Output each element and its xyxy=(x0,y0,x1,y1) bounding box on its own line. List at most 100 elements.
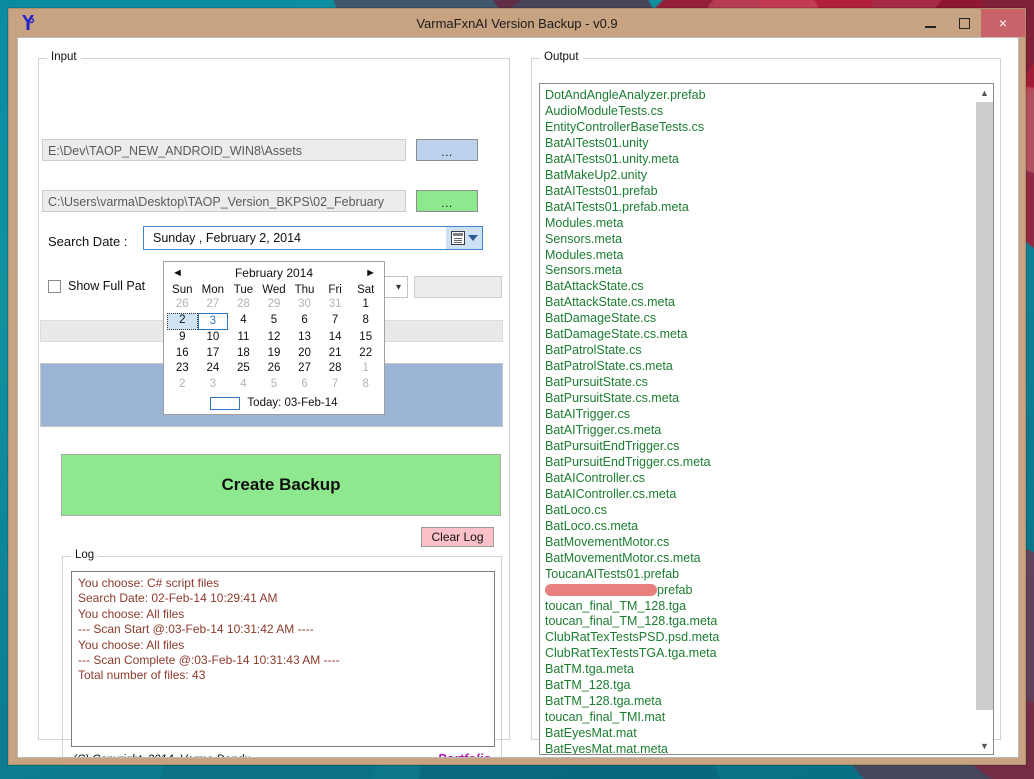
calendar-day-cell[interactable]: 19 xyxy=(259,346,290,362)
scroll-up-icon[interactable]: ▲ xyxy=(976,84,993,101)
browse-source-button[interactable]: ... xyxy=(416,139,478,161)
output-list-item[interactable]: BatPursuitState.cs xyxy=(545,375,971,391)
output-list-item[interactable]: BatLoco.cs xyxy=(545,503,971,519)
output-list-item[interactable]: BatMovementMotor.cs.meta xyxy=(545,551,971,567)
scrollbar-thumb[interactable] xyxy=(976,102,993,710)
output-list-item[interactable]: BatAttackState.cs xyxy=(545,279,971,295)
output-list-item[interactable]: BatPursuitEndTrigger.cs.meta xyxy=(545,455,971,471)
window-titlebar[interactable]: VarmaFxnAI Version Backup - v0.9 × xyxy=(9,9,1025,37)
output-list-item[interactable]: BatAITests01.unity xyxy=(545,136,971,152)
calendar-day-cell[interactable]: 14 xyxy=(320,330,351,346)
calendar-day-cell[interactable]: 5 xyxy=(259,313,290,331)
output-list-item[interactable]: Modules.meta xyxy=(545,216,971,232)
calendar-day-cell[interactable]: 3 xyxy=(198,377,229,393)
calendar-day-cell[interactable]: 26 xyxy=(259,361,290,377)
output-list-item[interactable]: BatTM.tga.meta xyxy=(545,662,971,678)
calendar-day-cell[interactable]: 10 xyxy=(198,330,229,346)
close-button[interactable]: × xyxy=(981,9,1025,37)
calendar-prev-month-icon[interactable]: ◄ xyxy=(172,267,183,279)
output-list[interactable]: DotAndAngleAnalyzer.prefab AudioModuleTes… xyxy=(539,83,994,755)
browse-destination-button[interactable]: ... xyxy=(416,190,478,212)
output-list-item[interactable]: BatAttackState.cs.meta xyxy=(545,295,971,311)
calendar-next-month-icon[interactable]: ► xyxy=(365,267,376,279)
calendar-day-cell[interactable]: 29 xyxy=(259,297,290,313)
calendar-day-cell[interactable]: 12 xyxy=(259,330,290,346)
calendar-day-cell[interactable]: 5 xyxy=(259,377,290,393)
calendar-day-cell[interactable]: 8 xyxy=(350,313,381,331)
calendar-day-cell[interactable]: 25 xyxy=(228,361,259,377)
calendar-day-cell[interactable]: 4 xyxy=(228,377,259,393)
output-list-item[interactable]: BatAITrigger.cs.meta xyxy=(545,423,971,439)
destination-path-input[interactable]: C:\Users\varma\Desktop\TAOP_Version_BKPS… xyxy=(42,190,406,212)
output-list-item[interactable]: BatAITests01.prefab.meta xyxy=(545,200,971,216)
calendar-day-cell[interactable]: 17 xyxy=(198,346,229,362)
calendar-day-cell[interactable]: 27 xyxy=(198,297,229,313)
output-list-item[interactable]: BatPatrolState.cs.meta xyxy=(545,359,971,375)
output-list-item[interactable]: BatAIController.cs xyxy=(545,471,971,487)
output-list-item[interactable]: Modules.meta xyxy=(545,248,971,264)
portfolio-link[interactable]: Portfolio xyxy=(438,751,491,757)
calendar-day-cell[interactable]: 16 xyxy=(167,346,198,362)
output-list-item[interactable]: BatMakeUp2.unity xyxy=(545,168,971,184)
calendar-day-cell[interactable]: 7 xyxy=(320,377,351,393)
calendar-day-cell[interactable]: 20 xyxy=(289,346,320,362)
maximize-button[interactable] xyxy=(947,9,981,37)
output-list-item[interactable]: toucan_final_TMI.mat xyxy=(545,710,971,726)
date-picker-dropdown-button[interactable] xyxy=(446,227,482,249)
calendar-day-cell[interactable]: 23 xyxy=(167,361,198,377)
calendar-day-cell[interactable]: 11 xyxy=(228,330,259,346)
calendar-day-cell[interactable]: 30 xyxy=(289,297,320,313)
output-list-item[interactable]: BatAITrigger.cs xyxy=(545,407,971,423)
output-list-item[interactable]: BatPursuitEndTrigger.cs xyxy=(545,439,971,455)
calendar-day-cell[interactable]: 6 xyxy=(289,313,320,331)
calendar-day-cell[interactable]: 21 xyxy=(320,346,351,362)
calendar-day-cell[interactable]: 18 xyxy=(228,346,259,362)
output-list-item[interactable]: ClubRatTexTestsTGA.tga.meta xyxy=(545,646,971,662)
source-path-input[interactable]: E:\Dev\TAOP_NEW_ANDROID_WIN8\Assets xyxy=(42,139,406,161)
calendar-day-cell[interactable]: 8 xyxy=(350,377,381,393)
show-full-path-checkbox[interactable] xyxy=(48,279,61,293)
output-list-item[interactable]: Sensors.meta xyxy=(545,232,971,248)
output-list-item[interactable]: BatTM_128.tga.meta xyxy=(545,694,971,710)
output-list-item[interactable]: BatMovementMotor.cs xyxy=(545,535,971,551)
output-list-item[interactable]: BatLoco.cs.meta xyxy=(545,519,971,535)
filter-input[interactable] xyxy=(414,276,502,298)
show-full-path-row[interactable]: Show Full Pat xyxy=(48,279,145,293)
output-list-item[interactable]: BatAITests01.unity.meta xyxy=(545,152,971,168)
scroll-down-icon[interactable]: ▼ xyxy=(976,737,993,754)
output-list-item[interactable]: BatEyesMat.mat.meta xyxy=(545,742,971,754)
calendar-day-cell[interactable]: 27 xyxy=(289,361,320,377)
create-backup-button[interactable]: Create Backup xyxy=(61,454,501,516)
output-list-item[interactable]: BatEyesMat.mat xyxy=(545,726,971,742)
calendar-day-cell[interactable]: 28 xyxy=(228,297,259,313)
calendar-day-cell[interactable]: 28 xyxy=(320,361,351,377)
log-textarea[interactable]: You choose: C# script files Search Date: … xyxy=(71,571,495,747)
output-list-item[interactable]: toucan_final_TM_128.tga xyxy=(545,599,971,615)
output-list-item[interactable]: BatAIController.cs.meta xyxy=(545,487,971,503)
calendar-day-cell[interactable]: 1 xyxy=(350,297,381,313)
calendar-day-cell[interactable]: 24 xyxy=(198,361,229,377)
calendar-day-cell[interactable]: 9 xyxy=(167,330,198,346)
calendar-day-cell[interactable]: 22 xyxy=(350,346,381,362)
output-list-item[interactable]: DotAndAngleAnalyzer.prefab xyxy=(545,88,971,104)
output-list-item[interactable]: ClubRatTexTestsPSD.psd.meta xyxy=(545,630,971,646)
output-list-item[interactable]: BatAITests01.prefab xyxy=(545,184,971,200)
calendar-day-cell[interactable]: 4 xyxy=(228,313,259,331)
minimize-button[interactable] xyxy=(913,9,947,37)
calendar-day-cell[interactable]: 26 xyxy=(167,297,198,313)
output-list-item[interactable]: BatPatrolState.cs xyxy=(545,343,971,359)
calendar-day-cell[interactable]: 3 xyxy=(197,312,229,331)
calendar-day-cell[interactable]: 31 xyxy=(320,297,351,313)
clear-log-button[interactable]: Clear Log xyxy=(421,527,494,547)
output-list-item[interactable]: BatDamageState.cs.meta xyxy=(545,327,971,343)
calendar-day-grid[interactable]: 26 27 28 29 30 31 1 2 3 4 5 6 7 8 9 10 11 12 13 14 15 16 17 18 1… xyxy=(164,297,384,393)
output-list-item[interactable]: BatDamageState.cs xyxy=(545,311,971,327)
calendar-day-cell[interactable]: 2 xyxy=(167,312,198,331)
search-date-picker[interactable]: Sunday , February 2, 2014 xyxy=(143,226,483,250)
calendar-day-cell[interactable]: 6 xyxy=(289,377,320,393)
calendar-popup[interactable]: ◄ February 2014 ► Sun Mon Tue Wed Thu Fri Sat … xyxy=(163,261,385,415)
output-list-item[interactable]: AudioModuleTests.cs xyxy=(545,104,971,120)
output-list-item[interactable]: ToucanAITests01.prefab xyxy=(545,567,971,583)
calendar-day-cell[interactable]: 2 xyxy=(167,377,198,393)
output-list-item[interactable]: BatTM_128.tga xyxy=(545,678,971,694)
